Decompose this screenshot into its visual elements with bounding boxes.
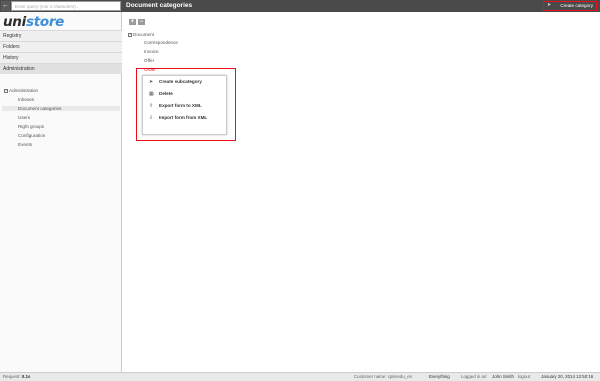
tree-item-events[interactable]: Events — [18, 142, 32, 147]
admin-tree-root-label: Administration — [9, 88, 39, 93]
create-category-button[interactable]: ➤ Create category — [543, 1, 597, 11]
sidebar: unistore Registry Folders History Admini… — [0, 12, 122, 372]
tree-item-document-categories[interactable]: Document categories — [2, 106, 120, 111]
category-correspondence[interactable]: Correspondence — [144, 40, 178, 45]
scope-selector[interactable]: Everything — [429, 373, 450, 381]
collapse-all-button[interactable]: − — [138, 19, 145, 25]
logo-text-store: store — [25, 14, 65, 30]
collapse-icon[interactable]: − — [4, 89, 8, 93]
menu-item-export-xml[interactable]: ⇧ Export form to XML — [143, 101, 226, 111]
logo-text-uni: uni — [3, 14, 26, 30]
plus-icon: + — [130, 19, 135, 25]
datetime: January 20, 2014 12:50:16 — [541, 374, 594, 379]
collapse-icon[interactable]: − — [128, 33, 132, 37]
import-icon: ⇩ — [149, 115, 154, 121]
minus-icon: − — [139, 19, 144, 25]
menu-item-label: Export form to XML — [159, 103, 202, 108]
arrow-left-icon: ← — [2, 2, 9, 9]
admin-tree-root[interactable]: − Administration — [4, 88, 38, 93]
top-bar: ← Document categories ➤ Create category — [0, 0, 600, 12]
context-menu: ➤ Create subcategory ▦ Delete ⇧ Export f… — [142, 75, 227, 135]
rocket-icon: ➤ — [149, 79, 154, 85]
menu-item-delete[interactable]: ▦ Delete — [143, 89, 226, 99]
tree-item-inboxes[interactable]: Inboxes — [18, 97, 34, 102]
tree-item-configuration[interactable]: Configuration — [18, 133, 45, 138]
export-icon: ⇧ — [149, 103, 154, 109]
status-bar: Request: 0.1s Customer name: cpteredu_en… — [0, 372, 600, 381]
back-button[interactable]: ← — [1, 1, 10, 11]
doc-tree-root[interactable]: − Document — [128, 32, 154, 37]
customer-name: Customer name: cpteredu_en — [354, 374, 413, 379]
menu-item-label: Delete — [159, 91, 173, 96]
expand-all-button[interactable]: + — [129, 19, 136, 25]
user-name[interactable]: John Smith — [492, 373, 514, 381]
nav-folders[interactable]: Folders — [0, 41, 122, 52]
category-invoice[interactable]: Invoice — [144, 49, 159, 54]
logged-in-label: Logged in as: — [461, 374, 488, 379]
logo[interactable]: unistore — [3, 14, 64, 30]
nav-history[interactable]: History — [0, 52, 122, 63]
create-category-label: Create category — [560, 3, 593, 8]
page-title: Document categories — [126, 2, 193, 9]
nav-registry[interactable]: Registry — [0, 30, 122, 41]
trash-icon: ▦ — [149, 91, 154, 97]
menu-item-label: Create subcategory — [159, 79, 202, 84]
request-time: Request: 0.1s — [3, 374, 31, 379]
category-offer[interactable]: Offer — [144, 58, 154, 63]
main-content: + − − Document Correspondence Invoice Off… — [123, 12, 600, 372]
menu-item-import-xml[interactable]: ⇩ Import form from XML — [143, 113, 226, 123]
search-input[interactable] — [11, 1, 121, 11]
logout-link[interactable]: logout — [518, 373, 530, 381]
rocket-icon: ➤ — [547, 2, 552, 8]
tree-item-users[interactable]: Users — [18, 115, 30, 120]
nav-administration[interactable]: Administration — [0, 63, 122, 74]
tree-item-right-groups[interactable]: Right groups — [18, 124, 44, 129]
menu-item-label: Import form from XML — [159, 115, 208, 120]
menu-item-create-subcategory[interactable]: ➤ Create subcategory — [143, 77, 226, 87]
doc-tree-root-label: Document — [133, 32, 154, 37]
